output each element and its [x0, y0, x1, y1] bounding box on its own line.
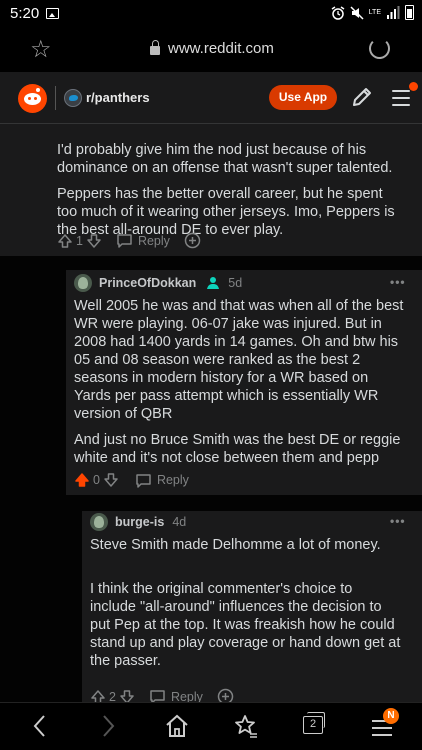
- comment: burge-is 4d ••• Steve Smith made Delhomm…: [82, 511, 406, 702]
- tabs-button[interactable]: 2: [303, 712, 325, 734]
- comment-paragraph: And just no Bruce Smith was the best DE …: [74, 432, 401, 466]
- user-flair-icon: [207, 277, 220, 289]
- avatar[interactable]: [74, 274, 92, 292]
- more-options-icon[interactable]: •••: [390, 275, 406, 289]
- address-bar[interactable]: www.reddit.com: [150, 40, 274, 57]
- reply-bubble-icon: [117, 234, 132, 248]
- hamburger-menu-icon[interactable]: [392, 82, 418, 106]
- avatar[interactable]: [90, 513, 108, 531]
- notification-dot: [409, 82, 418, 91]
- gallery-notification-icon: [46, 8, 59, 19]
- reply-label: Reply: [156, 473, 189, 487]
- reload-icon[interactable]: [369, 38, 390, 59]
- reddit-header: r/panthers Use App: [0, 72, 422, 124]
- award-icon[interactable]: [184, 232, 201, 249]
- vote-count: 1: [76, 233, 83, 248]
- comment-paragraph: Peppers has the better overall career, b…: [57, 186, 395, 238]
- comment-actions: 1 Reply: [57, 232, 201, 249]
- browser-bottom-nav: 2 N: [0, 702, 422, 750]
- forward-icon[interactable]: [98, 713, 118, 739]
- alarm-icon: [331, 5, 345, 20]
- comment: PrinceOfDokkan 5d ••• Well 2005 he was a…: [66, 270, 406, 495]
- downvote-icon[interactable]: [119, 689, 135, 703]
- thread-line: [0, 256, 66, 702]
- network-type: LTE: [368, 9, 381, 16]
- subreddit-name[interactable]: r/panthers: [86, 90, 150, 105]
- downvote-icon[interactable]: [86, 233, 102, 249]
- comment-age: 4d: [172, 515, 187, 529]
- comment-paragraph: I think the original commenter's choice …: [90, 581, 401, 669]
- upvote-icon[interactable]: [74, 472, 90, 488]
- mute-icon: [350, 5, 364, 20]
- pencil-icon[interactable]: [350, 85, 374, 109]
- lock-icon: [150, 40, 160, 55]
- bookmarks-icon[interactable]: [233, 713, 259, 739]
- upvote-icon[interactable]: [57, 233, 73, 249]
- thread-line: [66, 495, 82, 702]
- comment-meta: burge-is 4d: [90, 513, 186, 531]
- battery-icon: [405, 5, 414, 20]
- comment-body: Well 2005 he was and that was when all o…: [74, 297, 404, 475]
- thread-gutter: [66, 495, 422, 511]
- reply-button[interactable]: Reply: [116, 233, 170, 248]
- notification-badge: N: [383, 708, 399, 724]
- reply-bubble-icon: [136, 473, 151, 488]
- reply-label: Reply: [137, 233, 170, 248]
- vote-count: 2: [109, 689, 116, 703]
- reply-button[interactable]: Reply: [149, 689, 203, 702]
- use-app-button[interactable]: Use App: [269, 85, 337, 110]
- browser-toolbar: ☆ www.reddit.com: [0, 28, 422, 72]
- comment-actions: 2 Reply: [90, 688, 234, 702]
- award-icon[interactable]: [217, 688, 234, 702]
- header-divider: [55, 86, 56, 110]
- comment-author[interactable]: burge-is: [115, 515, 164, 529]
- upvote-icon[interactable]: [90, 689, 106, 703]
- reddit-logo-icon[interactable]: [18, 84, 47, 113]
- reply-label: Reply: [170, 689, 203, 703]
- subreddit-icon[interactable]: [64, 89, 82, 107]
- status-bar: 5:20 LTE: [0, 0, 422, 28]
- reply-button[interactable]: Reply: [135, 473, 189, 488]
- comment-meta: PrinceOfDokkan 5d: [74, 274, 242, 292]
- comment-paragraph: Well 2005 he was and that was when all o…: [74, 298, 404, 422]
- signal-icon: [387, 6, 400, 19]
- comment: I'd probably give him the nod just becau…: [16, 124, 406, 256]
- home-icon[interactable]: [165, 713, 189, 739]
- comment-feed[interactable]: I'd probably give him the nod just becau…: [0, 124, 422, 702]
- reply-bubble-icon: [150, 690, 165, 702]
- comment-actions: 0 Reply: [74, 472, 189, 488]
- comment-author[interactable]: PrinceOfDokkan: [99, 276, 196, 290]
- url-text: www.reddit.com: [168, 40, 274, 57]
- comment-age: 5d: [228, 276, 243, 290]
- status-time: 5:20: [10, 5, 40, 22]
- back-icon[interactable]: [30, 713, 50, 739]
- downvote-icon[interactable]: [103, 472, 119, 488]
- comment-paragraph: Steve Smith made Delhomme a lot of money…: [90, 537, 381, 553]
- vote-count: 0: [93, 473, 100, 487]
- status-icons: LTE: [331, 5, 414, 20]
- more-options-icon[interactable]: •••: [390, 514, 406, 528]
- comment-body: Steve Smith made Delhomme a lot of money…: [90, 536, 402, 678]
- bookmark-star-icon[interactable]: ☆: [30, 35, 52, 64]
- comment-paragraph: I'd probably give him the nod just becau…: [57, 142, 393, 176]
